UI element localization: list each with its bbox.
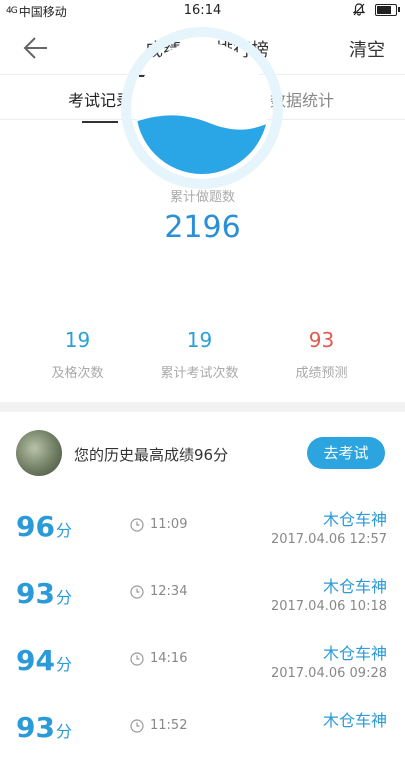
clear-button[interactable]: 清空 [349, 36, 385, 62]
clock: 16:14 [183, 3, 222, 18]
record-score: 93分 [16, 711, 72, 744]
status-bar: 4G 中国移动 16:14 [0, 0, 405, 22]
record-date: 2017.04.06 12:57 [270, 532, 387, 547]
avatar[interactable] [16, 430, 62, 476]
stat-label: 及格次数 [51, 366, 104, 381]
clock-icon [130, 719, 144, 733]
battery-icon [375, 3, 400, 16]
list-item[interactable]: 93分 11:52 木仓车神 [0, 693, 405, 761]
record-duration: 11:52 [150, 718, 188, 733]
record-username: 木仓车神 [322, 644, 387, 663]
best-score-row: 您的历史最高成绩96分 去考试 [0, 412, 405, 492]
list-item[interactable]: 93分 12:34 木仓车神 2017.04.06 10:18 [0, 559, 405, 627]
stat-value: 93 [308, 328, 335, 352]
stat-label: 成绩预测 [295, 366, 348, 381]
clock-icon [130, 585, 144, 599]
section-divider [0, 402, 405, 412]
stat-value: 19 [186, 328, 213, 352]
stat-value: 19 [64, 328, 91, 352]
stat-label: 累计考试次数 [160, 366, 239, 381]
stat-exam-count: 19 累计考试次数 [132, 328, 267, 381]
clock-icon [130, 652, 144, 666]
list-item[interactable]: 96分 11:09 木仓车神 2017.04.06 12:57 [0, 492, 405, 560]
alarm-off-icon [353, 3, 365, 16]
stat-score-prediction: 93 成绩预测 [254, 328, 389, 381]
record-username: 木仓车神 [322, 711, 387, 730]
gauge-label: 累计做题数 [169, 190, 235, 205]
record-score: 93分 [16, 577, 72, 610]
back-arrow-icon[interactable] [22, 36, 48, 60]
gauge-value: 2196 [164, 210, 241, 245]
record-duration: 12:34 [150, 584, 188, 599]
stat-pass-count: 19 及格次数 [10, 328, 145, 381]
record-duration: 11:09 [150, 517, 188, 532]
record-date: 2017.04.06 09:28 [270, 666, 387, 681]
record-score: 96分 [16, 510, 72, 543]
record-duration: 14:16 [150, 651, 188, 666]
best-score-text: 您的历史最高成绩96分 [74, 446, 229, 464]
record-username: 木仓车神 [322, 510, 387, 529]
progress-gauge [121, 27, 283, 189]
record-score: 94分 [16, 644, 72, 677]
clock-icon [130, 518, 144, 532]
take-exam-button[interactable]: 去考试 [307, 437, 385, 469]
record-date: 2017.04.06 10:18 [270, 599, 387, 614]
record-username: 木仓车神 [322, 577, 387, 596]
list-item[interactable]: 94分 14:16 木仓车神 2017.04.06 09:28 [0, 626, 405, 694]
